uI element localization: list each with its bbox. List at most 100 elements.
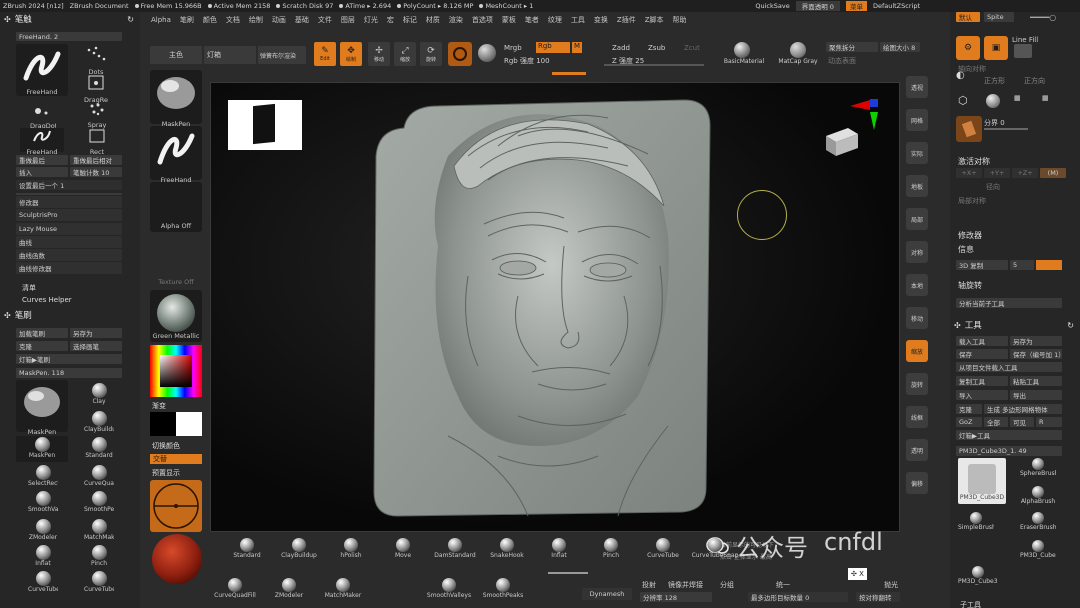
brush-item[interactable]: Pinch [84, 544, 114, 570]
analyze-subtool-button[interactable]: 分析当前子工具 [956, 298, 1062, 308]
bottom-brush-item[interactable]: Standard [222, 538, 272, 564]
menu-item[interactable]: 文档 [226, 15, 240, 25]
menu-item[interactable]: 基础 [295, 15, 309, 25]
menu-item[interactable]: Alpha [151, 16, 171, 24]
tool-button[interactable]: 载入工具 [956, 336, 1008, 346]
tool-item[interactable]: SimpleBrush [958, 512, 994, 538]
current-stroke-thumb[interactable]: FreeHand [16, 44, 68, 96]
tool-button[interactable]: 粘贴工具 [1010, 376, 1062, 386]
mirror-weld-button[interactable]: 镜像并焊接 [668, 580, 703, 590]
view-tool-8[interactable]: 缩放 [906, 340, 928, 362]
texture-off-label[interactable]: Texture Off [150, 278, 202, 286]
menu-item[interactable]: 材质 [426, 15, 440, 25]
secondary-color-swatch[interactable] [176, 412, 202, 436]
brush-item[interactable]: ZModeler [28, 518, 58, 544]
info-header[interactable]: 信息 [958, 244, 974, 255]
menu-item[interactable]: 变换 [594, 15, 608, 25]
maskpen-slider[interactable]: MaskPen. 118 [16, 368, 122, 378]
shelf-scroll-indicator[interactable] [548, 572, 588, 574]
tool-button[interactable]: 另存为 [1010, 336, 1062, 346]
brush-tool-thumb[interactable] [956, 116, 982, 142]
redo-last-button[interactable]: 重做最后 [16, 155, 68, 165]
view-tool-4[interactable]: 局部 [906, 208, 928, 230]
insert-button[interactable]: 插入 [16, 167, 68, 177]
stroke-panel-header[interactable]: ✣ 笔触 ↻ [0, 12, 140, 26]
maskpen-shelf-slot[interactable]: MaskPen [150, 70, 202, 128]
modifiers-section[interactable]: 修改器 [16, 196, 122, 208]
symmetry-2[interactable]: +Z+ [1012, 168, 1038, 178]
modifiers-header[interactable]: 修改器 [958, 230, 982, 241]
rgb-toggle[interactable]: Rgb [536, 42, 570, 53]
menu-button[interactable]: 菜单 [845, 1, 867, 11]
menu-item[interactable]: 笔刷 [180, 15, 194, 25]
view-cube-icon[interactable] [822, 124, 862, 160]
color-picker[interactable] [150, 345, 202, 399]
menu-item[interactable]: 标记 [403, 15, 417, 25]
menu-item[interactable]: Z脚本 [645, 15, 664, 25]
gizmo-button[interactable] [448, 42, 472, 66]
menu-item[interactable]: 颜色 [203, 15, 217, 25]
color-shade-box[interactable] [160, 355, 192, 387]
curve-functions-section[interactable]: 曲线函数 [16, 249, 122, 261]
basic-material-icon[interactable] [734, 42, 750, 58]
symmetry-indicator[interactable]: ✣ X [848, 568, 867, 580]
menu-item[interactable]: 首选项 [472, 15, 493, 25]
symmetric-flip-button[interactable]: 按对称翻转 [856, 592, 900, 602]
dynamic-surface-label[interactable]: 动态表面 [828, 56, 856, 66]
tool-button[interactable]: 导出 [1010, 390, 1062, 400]
load-brush-button[interactable]: 加载笔刷 [16, 328, 68, 338]
bottom-brush-item[interactable]: SnakeHook [482, 538, 532, 564]
rotate-button[interactable]: ⟳ 旋转 [420, 42, 442, 66]
rgb-intensity-slider[interactable]: Rgb 强度 100 [504, 56, 550, 66]
menu-item[interactable]: Z插件 [617, 15, 636, 25]
groups-toggle[interactable]: 分组 [720, 580, 734, 590]
main-color-button[interactable]: 主色 [150, 46, 202, 64]
draw-button[interactable]: ✥ 绘制 [340, 42, 362, 66]
view-tool-2[interactable]: 实际 [906, 142, 928, 164]
line-fill-icon[interactable] [1014, 44, 1032, 58]
vertex-show-label[interactable]: 预置显示 [152, 468, 180, 478]
tool-button[interactable]: GoZ [956, 417, 982, 427]
brush-item[interactable]: SelectRect [28, 464, 58, 490]
rotate-axis-header[interactable]: 轴旋转 [958, 280, 982, 291]
tool-item[interactable]: EraserBrush [1020, 512, 1056, 538]
brush-item[interactable]: SmoothPeaks [84, 490, 114, 516]
tool-button[interactable]: 生成 多边形网格物体 [984, 404, 1062, 414]
half-circle-icon[interactable]: ◐ [956, 70, 974, 82]
stroke-count-slider[interactable]: 笔触计数 10 [70, 167, 122, 177]
line-fill-label[interactable]: Line Fill [1012, 36, 1038, 44]
freehand-slider[interactable]: FreeHand. 2 [16, 32, 122, 41]
move-button[interactable]: ✢ 移动 [368, 42, 390, 66]
spring-boolean-button[interactable]: 弹簧布尔渲染 [258, 46, 306, 64]
bottom-brush-item[interactable]: CurveTubeSnap [690, 538, 740, 564]
symmetry-3[interactable]: (M) [1040, 168, 1066, 178]
current-brush-thumb[interactable]: MaskPen [16, 380, 68, 436]
local-symmetry-label[interactable]: 局部对称 [958, 196, 986, 206]
tool-button[interactable]: 克隆 [956, 404, 982, 414]
sphere-material-icon[interactable] [478, 44, 496, 62]
symmetry-1[interactable]: +Y+ [984, 168, 1010, 178]
symmetry-0[interactable]: +X+ [956, 168, 982, 178]
brush-item[interactable]: CurveTubeSnap [84, 570, 114, 596]
view-tool-10[interactable]: 线框 [906, 406, 928, 428]
direction-option[interactable]: 正方向 [1024, 76, 1045, 86]
view-tool-7[interactable]: 移动 [906, 307, 928, 329]
tool-button[interactable]: 灯箱▶工具 [956, 430, 1062, 440]
menu-item[interactable]: 纹理 [548, 15, 562, 25]
bottom-brush-item[interactable]: CurveTube [638, 538, 688, 564]
polish-slider[interactable]: 抛光 [884, 580, 898, 590]
tool-item[interactable]: PM3D_Cube3D [958, 458, 1006, 504]
right-panel-slider[interactable]: ━━━━○ [1030, 13, 1056, 22]
scale-button[interactable]: ⤢ 缩放 [394, 42, 416, 66]
tool-button[interactable]: 可见 [1010, 417, 1034, 427]
menu-item[interactable]: 图层 [341, 15, 355, 25]
bottom-brush-item[interactable]: MatchMaker [318, 578, 368, 604]
brush-item[interactable]: Standard [84, 436, 114, 462]
menu-item[interactable]: 蒙板 [502, 15, 516, 25]
tool-button[interactable]: 全部 [984, 417, 1008, 427]
stroke-gizmo[interactable] [150, 480, 202, 532]
save-as-button[interactable]: 另存为 [70, 328, 122, 338]
lightbox-button[interactable]: 灯箱 [204, 46, 256, 64]
spray-stroke-option[interactable]: Spray [84, 101, 110, 129]
bottom-brush-item[interactable]: Move [378, 538, 428, 564]
